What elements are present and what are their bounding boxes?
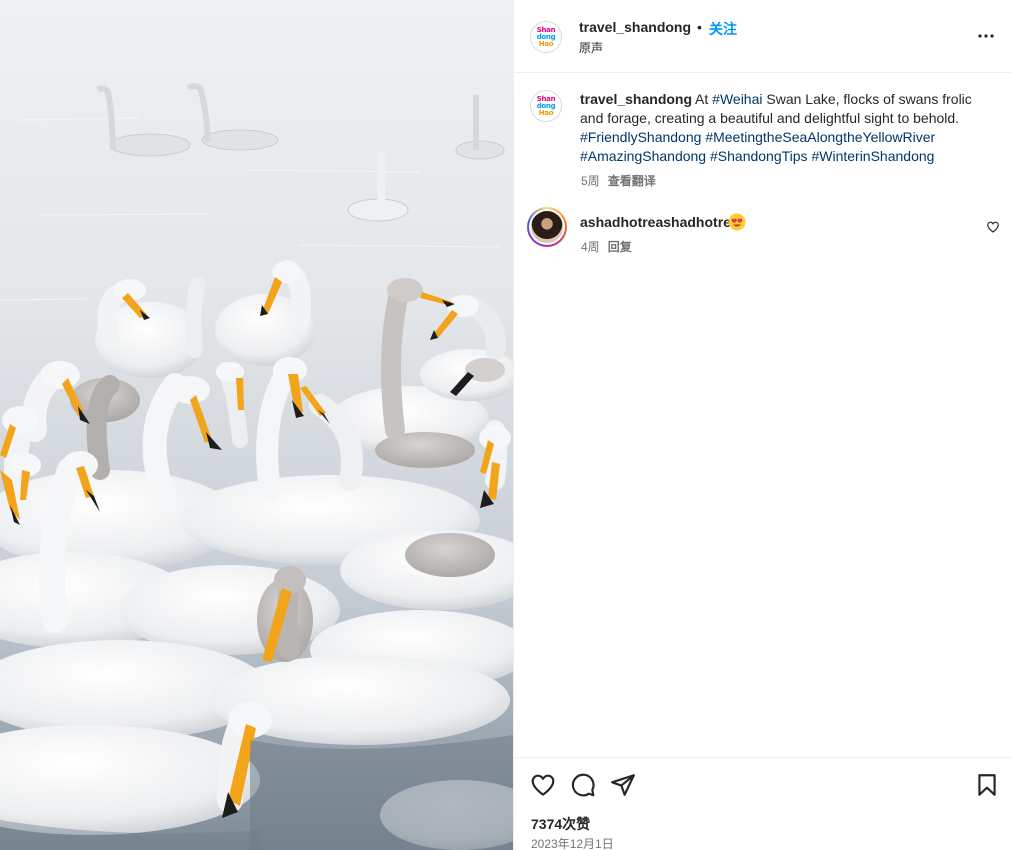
swan-lake-image [0,0,513,850]
comment-bubble-icon[interactable] [570,772,596,798]
like-heart-icon[interactable] [530,772,556,798]
comments-list[interactable]: Shan dong Hao travel_shandong At #Weihai … [514,74,1011,758]
caption-age[interactable]: 5周 [581,174,600,188]
caption-text-part-1: At [695,91,713,107]
hashtag-friendlyshandong[interactable]: #FriendlyShandong [580,129,701,145]
action-bar: 7374次赞 2023年12月1日 [514,757,1011,850]
hashtag-weihai[interactable]: #Weihai [712,91,762,107]
separator-dot: • [697,19,702,35]
see-translation-button[interactable]: 查看翻译 [608,174,656,188]
heart-eyes-emoji-icon [728,213,746,231]
caption-avatar[interactable]: Shan dong Hao [530,90,562,122]
post-dialog: Shan dong Hao travel_shandong • 关注 原声 Sh… [0,0,1011,850]
caption-username[interactable]: travel_shandong [580,91,692,107]
header-username[interactable]: travel_shandong [579,19,691,35]
commenter-photo [531,211,563,243]
share-send-icon[interactable] [610,772,636,798]
post-date[interactable]: 2023年12月1日 [531,835,614,850]
account-avatar[interactable]: Shan dong Hao [530,21,562,53]
hashtag-shandongtips[interactable]: #ShandongTips [710,148,808,164]
comment-age[interactable]: 4周 [581,240,600,254]
hashtag-meetingthesea[interactable]: #MeetingtheSeaAlongtheYellowRiver [705,129,935,145]
brand-logo: Shan dong Hao [537,95,556,117]
caption-meta: 5周 查看翻译 [581,172,656,189]
logo-line-3: Hao [538,39,554,48]
post-header: Shan dong Hao travel_shandong • 关注 原声 [514,0,1011,73]
post-photo[interactable] [0,0,513,850]
hashtag-amazingshandong[interactable]: #AmazingShandong [580,148,706,164]
brand-logo: Shan dong Hao [537,26,556,48]
caption-text: travel_shandong At #Weihai Swan Lake, flo… [580,90,980,166]
reply-button[interactable]: 回复 [608,240,632,254]
more-horizontal-icon[interactable] [974,24,998,48]
comment-meta: 4周 回复 [581,238,632,255]
post-details-panel: Shan dong Hao travel_shandong • 关注 原声 Sh… [513,0,1011,850]
commenter-avatar[interactable] [527,207,567,247]
likes-count[interactable]: 7374次赞 [531,814,590,834]
hashtag-winterinshandong[interactable]: #WinterinShandong [811,148,934,164]
follow-button[interactable]: 关注 [709,19,737,39]
logo-line-3: Hao [538,108,554,117]
comment-username[interactable]: ashadhotreashadhotre [580,214,731,230]
audio-label[interactable]: 原声 [579,39,603,56]
bookmark-icon[interactable] [974,772,1000,798]
comment-like-icon[interactable] [986,220,1000,234]
